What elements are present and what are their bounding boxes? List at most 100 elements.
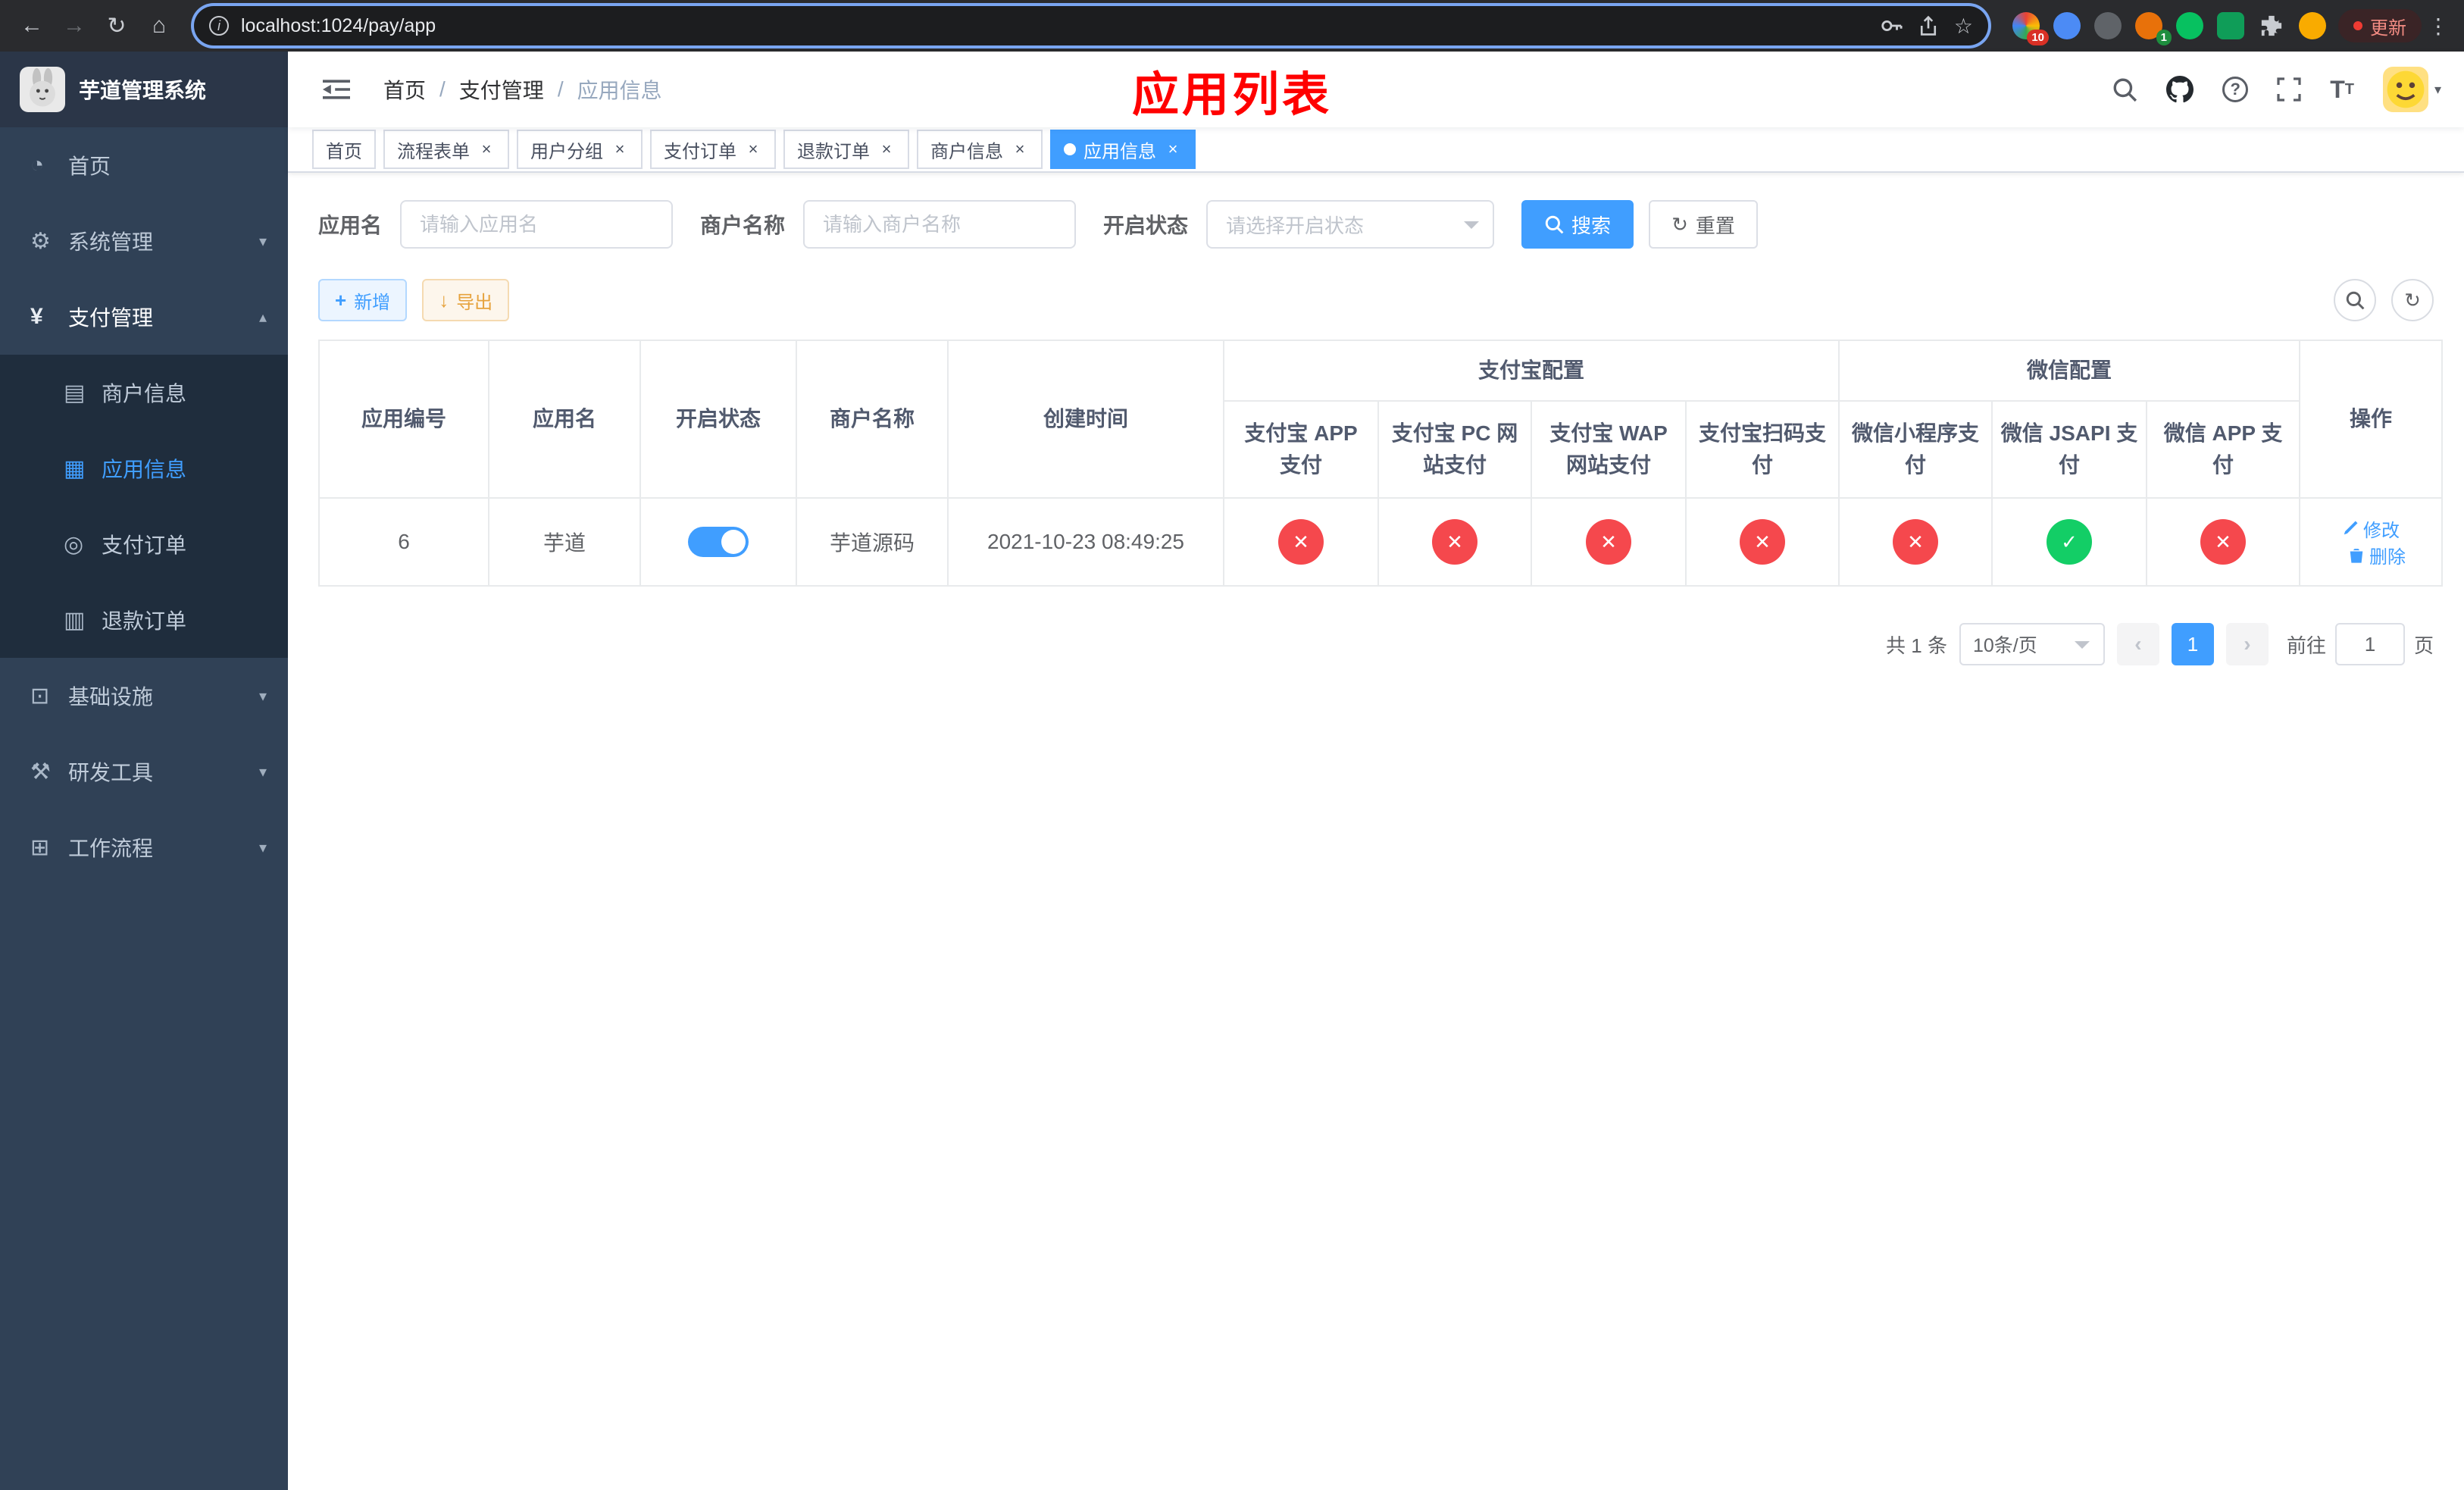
extension-wechat-icon[interactable] xyxy=(2176,12,2203,39)
sidebar-item-infrastructure[interactable]: ⊡ 基础设施 ▾ xyxy=(0,658,288,734)
browser-home-icon[interactable]: ⌂ xyxy=(139,6,179,45)
close-icon[interactable] xyxy=(477,141,496,158)
merchant-name-input[interactable] xyxy=(803,200,1077,249)
cell-alipay-app xyxy=(1223,497,1379,587)
search-form: 应用名 商户名称 开启状态 请选择开启状态 xyxy=(318,200,2434,249)
sidebar-item-workflow[interactable]: ⊞ 工作流程 ▾ xyxy=(0,809,288,885)
extensions-puzzle-icon[interactable] xyxy=(2258,12,2285,39)
site-info-icon[interactable]: i xyxy=(209,16,229,36)
breadcrumb-home[interactable]: 首页 xyxy=(383,74,426,105)
extension-blue-icon[interactable] xyxy=(2053,12,2081,39)
reset-button[interactable]: 重置 xyxy=(1649,200,1758,249)
disabled-status-icon xyxy=(1740,519,1785,565)
sidebar-item-merchant-info[interactable]: ▤ 商户信息 xyxy=(0,355,288,430)
pencil-icon xyxy=(2344,521,2358,535)
refresh-table-button[interactable] xyxy=(2391,279,2434,321)
trash-icon xyxy=(2350,548,2363,563)
browser-forward-icon[interactable]: → xyxy=(55,6,94,45)
search-icon[interactable] xyxy=(2112,77,2137,102)
toggle-search-button[interactable] xyxy=(2334,279,2376,321)
sidebar-item-dev-tools[interactable]: ⚒ 研发工具 ▾ xyxy=(0,734,288,809)
help-icon[interactable] xyxy=(2222,77,2249,102)
tab-merchant-info[interactable]: 商户信息 xyxy=(917,130,1043,169)
page-number-1[interactable]: 1 xyxy=(2171,623,2214,665)
tab-refund-orders[interactable]: 退款订单 xyxy=(783,130,909,169)
tab-payment-orders[interactable]: 支付订单 xyxy=(650,130,776,169)
browser-update-button[interactable]: 更新 xyxy=(2338,9,2422,42)
page-size-select[interactable]: 10条/页 xyxy=(1959,623,2105,665)
delete-button[interactable]: 删除 xyxy=(2348,542,2406,568)
extension-badge: 1 xyxy=(2156,30,2172,45)
cell-alipay-wap xyxy=(1531,497,1687,587)
tab-user-group[interactable]: 用户分组 xyxy=(517,130,643,169)
breadcrumb-current: 应用信息 xyxy=(577,79,662,102)
close-icon[interactable] xyxy=(611,141,629,158)
status-toggle[interactable] xyxy=(688,527,749,557)
status-label: 开启状态 xyxy=(1103,214,1189,237)
sidebar-item-payment-orders[interactable]: ◎ 支付订单 xyxy=(0,506,288,582)
breadcrumb-payment-management[interactable]: 支付管理 xyxy=(459,74,544,105)
cell-wechat-app xyxy=(2146,497,2301,587)
export-button[interactable]: 导出 xyxy=(422,279,510,321)
app-name-input[interactable] xyxy=(400,200,674,249)
cell-merchant: 芋道源码 xyxy=(796,497,949,587)
goto-page-input[interactable] xyxy=(2334,623,2405,665)
browser-reload-icon[interactable]: ↻ xyxy=(97,6,136,45)
col-header-wechat-app: 微信 APP 支付 xyxy=(2146,400,2301,499)
search-icon xyxy=(1545,215,1564,234)
search-button[interactable]: 搜索 xyxy=(1521,200,1634,249)
close-icon[interactable] xyxy=(1164,141,1182,158)
close-icon[interactable] xyxy=(744,141,762,158)
disabled-status-icon xyxy=(1586,519,1631,565)
sidebar-item-system-management[interactable]: ⚙ 系统管理 ▾ xyxy=(0,203,288,279)
sidebar-item-refund-orders[interactable]: ▥ 退款订单 xyxy=(0,582,288,658)
browser-back-icon[interactable]: ← xyxy=(12,6,52,45)
application-window: ← → ↻ ⌂ i localhost:1024/pay/app ☆ 10 1 … xyxy=(0,0,2464,1490)
sidebar-item-home[interactable]: ◔ 首页 xyxy=(0,127,288,203)
add-button[interactable]: 新增 xyxy=(318,279,408,321)
cell-alipay-qr xyxy=(1684,497,1840,587)
github-icon[interactable] xyxy=(2166,76,2194,103)
cell-actions: 修改 删除 xyxy=(2299,497,2444,587)
extension-icons: 10 1 xyxy=(2012,12,2326,45)
url-text[interactable]: localhost:1024/pay/app xyxy=(241,15,1868,37)
tab-process-form[interactable]: 流程表单 xyxy=(383,130,509,169)
extension-avatar-icon[interactable]: 1 xyxy=(2135,12,2172,45)
cell-wechat-lite xyxy=(1838,497,1993,587)
bookmark-star-icon[interactable]: ☆ xyxy=(1954,14,1973,39)
table-row: 6 芋道 芋道源码 2021-10-23 08:49:25 ✕ ✕ ✕ ✕ ✕ … xyxy=(318,497,2444,587)
app-grid-icon: ▦ xyxy=(64,455,86,481)
browser-menu-kebab-icon[interactable]: ⋮ xyxy=(2425,14,2452,39)
status-select[interactable]: 请选择开启状态 xyxy=(1206,200,1495,249)
user-avatar[interactable]: ▾ xyxy=(2382,67,2441,112)
edit-button[interactable]: 修改 xyxy=(2342,515,2400,542)
password-key-icon[interactable] xyxy=(1880,14,1903,37)
fullscreen-icon[interactable] xyxy=(2277,77,2301,102)
chevron-down-icon xyxy=(1464,221,1480,229)
chevron-down-icon: ▾ xyxy=(258,763,267,781)
close-icon[interactable] xyxy=(877,141,896,158)
prev-page-button[interactable] xyxy=(2116,623,2159,665)
sidebar-item-payment-management[interactable]: ¥ 支付管理 ▴ xyxy=(0,279,288,355)
extension-green-square-icon[interactable] xyxy=(2217,12,2244,39)
enabled-status-icon xyxy=(2047,519,2093,565)
extension-dark-icon[interactable] xyxy=(2094,12,2122,39)
font-size-icon[interactable] xyxy=(2330,77,2354,102)
app-logo[interactable]: 芋道管理系统 xyxy=(0,52,288,127)
breadcrumb-separator: / xyxy=(439,77,446,101)
close-icon[interactable] xyxy=(1011,141,1029,158)
tab-home[interactable]: 首页 xyxy=(312,130,376,169)
sidebar-collapse-icon[interactable] xyxy=(311,71,362,108)
tab-app-info[interactable]: 应用信息 xyxy=(1050,130,1196,169)
address-bar[interactable]: i localhost:1024/pay/app ☆ xyxy=(194,6,1988,45)
goto-suffix: 页 xyxy=(2413,634,2434,657)
share-icon[interactable] xyxy=(1918,15,1939,36)
next-page-button[interactable] xyxy=(2225,623,2269,665)
app-name-label: 应用名 xyxy=(318,214,383,237)
page-content: 应用名 商户名称 开启状态 请选择开启状态 xyxy=(288,173,2464,1490)
sidebar-item-app-info[interactable]: ▦ 应用信息 xyxy=(0,430,288,506)
profile-avatar-icon[interactable] xyxy=(2299,12,2326,39)
browser-toolbar: ← → ↻ ⌂ i localhost:1024/pay/app ☆ 10 1 … xyxy=(0,0,2464,52)
extension-colorwheel-icon[interactable]: 10 xyxy=(2012,12,2049,45)
disabled-status-icon xyxy=(1893,519,1939,565)
